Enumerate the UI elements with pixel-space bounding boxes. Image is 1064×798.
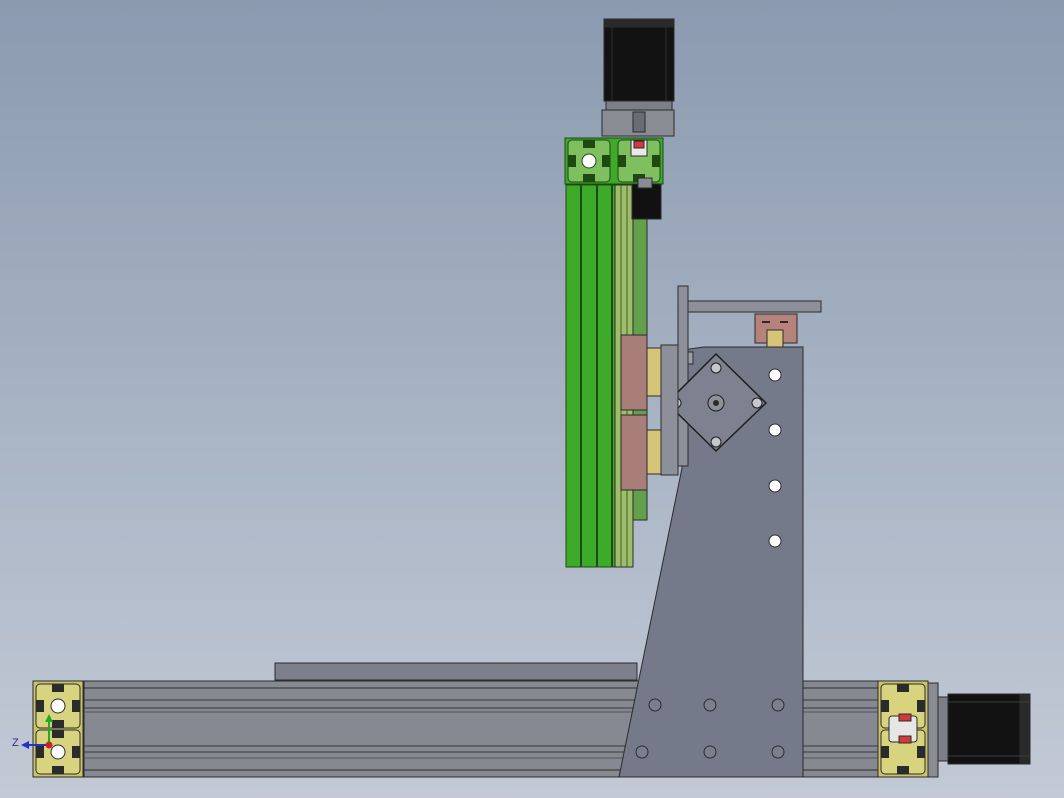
x-axis-origin-icon	[45, 741, 53, 749]
y-carriage-block	[754, 313, 798, 348]
z-axis-label: Z	[12, 737, 19, 749]
x-axis-stepper-motor	[927, 682, 1031, 778]
z-top-profile	[564, 137, 664, 185]
z-coupler	[631, 177, 662, 220]
cad-viewport[interactable]: Z	[0, 0, 1064, 798]
z-axis-stepper-motor	[601, 18, 675, 137]
right-profile-endcap	[877, 680, 929, 778]
cnc-assembly-drawing: Z	[12, 18, 1031, 778]
left-profile-endcap	[32, 680, 84, 778]
